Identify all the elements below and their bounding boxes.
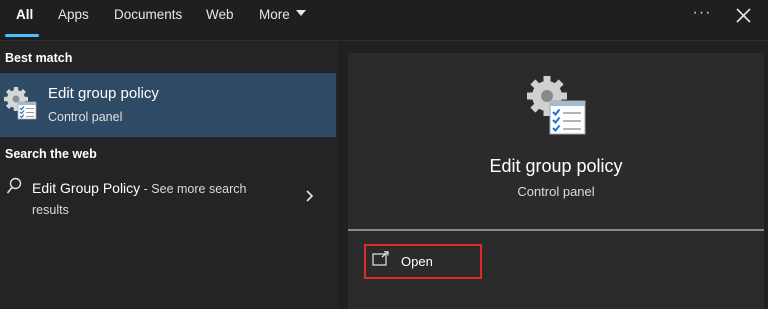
tab-all[interactable]: All bbox=[16, 0, 33, 38]
tab-documents-label: Documents bbox=[114, 7, 183, 22]
detail-divider bbox=[348, 229, 764, 231]
search-web-heading: Search the web bbox=[5, 147, 97, 161]
web-search-text: Edit Group Policy - See more search resu… bbox=[32, 178, 282, 221]
group-policy-icon bbox=[4, 87, 37, 120]
detail-subtitle: Control panel bbox=[517, 184, 595, 199]
group-policy-icon bbox=[527, 76, 586, 135]
best-match-result[interactable]: Edit group policy Control panel bbox=[0, 73, 336, 137]
tab-more-label: More bbox=[259, 7, 290, 22]
tab-web-label: Web bbox=[206, 7, 234, 22]
web-search-result[interactable]: Edit Group Policy - See more search resu… bbox=[0, 169, 336, 225]
search-tab-bar: All Apps Documents Web More ··· bbox=[0, 0, 768, 41]
tab-web[interactable]: Web bbox=[206, 0, 234, 38]
search-window: All Apps Documents Web More ··· Best mat… bbox=[0, 0, 768, 309]
best-match-subtitle: Control panel bbox=[48, 110, 123, 124]
close-button[interactable] bbox=[730, 3, 756, 29]
best-match-title: Edit group policy bbox=[48, 85, 159, 102]
tab-more[interactable]: More bbox=[259, 0, 306, 38]
active-tab-indicator bbox=[5, 34, 39, 37]
tab-all-label: All bbox=[16, 7, 34, 22]
details-panel: Edit group policy Control panel Open bbox=[348, 53, 764, 309]
tab-documents[interactable]: Documents bbox=[114, 0, 182, 38]
chevron-right-icon[interactable] bbox=[304, 189, 316, 203]
tab-apps-label: Apps bbox=[58, 7, 89, 22]
close-icon bbox=[736, 8, 751, 23]
chevron-down-icon bbox=[295, 10, 306, 17]
ellipsis-icon: ··· bbox=[692, 4, 712, 21]
open-external-icon bbox=[372, 251, 389, 266]
results-panel: Best match Edit group policy Control pan… bbox=[0, 41, 338, 309]
web-search-query: Edit Group Policy bbox=[32, 180, 141, 196]
open-label: Open bbox=[401, 254, 433, 269]
tab-apps[interactable]: Apps bbox=[58, 0, 89, 38]
detail-title: Edit group policy bbox=[489, 156, 623, 176]
open-button[interactable]: Open bbox=[364, 244, 482, 279]
best-match-heading: Best match bbox=[5, 51, 73, 65]
more-options-button[interactable]: ··· bbox=[686, 2, 718, 28]
search-icon bbox=[6, 177, 22, 194]
